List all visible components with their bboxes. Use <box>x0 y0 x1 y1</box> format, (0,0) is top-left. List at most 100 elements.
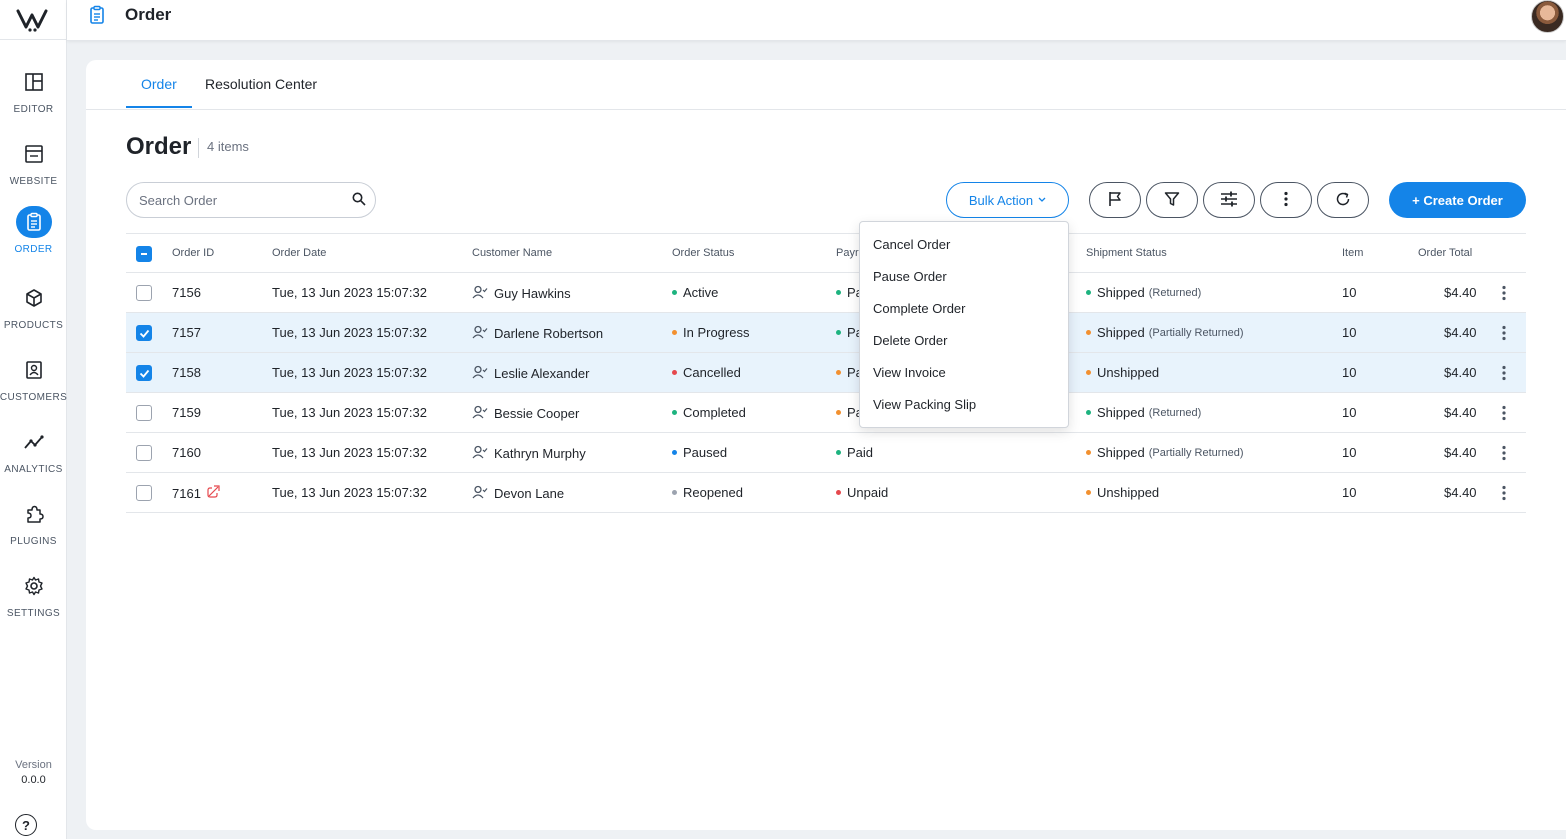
menu-item-view-invoice[interactable]: View Invoice <box>860 358 1068 390</box>
brand-logo[interactable] <box>0 0 66 40</box>
shipment-dot <box>1086 410 1091 415</box>
more-options-button[interactable] <box>1260 182 1312 218</box>
create-order-button[interactable]: + Create Order <box>1389 182 1526 218</box>
tab-order[interactable]: Order <box>126 76 192 108</box>
order-id: 7157 <box>172 325 201 340</box>
refresh-button[interactable] <box>1317 182 1369 218</box>
sidebar-item-analytics[interactable]: ANALYTICS <box>0 426 67 475</box>
column-header[interactable]: Order Status <box>672 247 734 259</box>
shipment-text: Shipped <box>1097 285 1145 300</box>
cell-order-id[interactable]: 7157 <box>172 325 201 340</box>
column-header[interactable]: Order ID <box>172 247 214 259</box>
clipboard-icon <box>15 206 52 238</box>
table-row[interactable]: 7161 Tue, 13 Jun 2023 15:07:32 Devon Lane R… <box>126 473 1526 513</box>
customer-name: Leslie Alexander <box>494 366 590 381</box>
flag-icon <box>1107 191 1123 210</box>
user-icon <box>472 405 488 422</box>
row-more-icon[interactable] <box>1502 365 1506 384</box>
table-row[interactable]: 7157 Tue, 13 Jun 2023 15:07:32 Darlene Rob… <box>126 313 1526 353</box>
shipment-dot <box>1086 370 1091 375</box>
shipment-text: Shipped <box>1097 405 1145 420</box>
top-bar: Order <box>67 0 1566 41</box>
cell-shipment: Shipped (Partially Returned) <box>1086 325 1243 340</box>
cell-total: $4.40 <box>1444 325 1477 340</box>
sidebar-item-order[interactable]: ORDER <box>0 206 67 255</box>
row-more-icon[interactable] <box>1502 325 1506 344</box>
cell-customer[interactable]: Bessie Cooper <box>472 405 579 422</box>
cell-order-id[interactable]: 7156 <box>172 285 201 300</box>
help-icon[interactable]: ? <box>15 814 37 836</box>
table-row[interactable]: 7160 Tue, 13 Jun 2023 15:07:32 Kathryn Mur… <box>126 433 1526 473</box>
cell-order-date: Tue, 13 Jun 2023 15:07:32 <box>272 325 427 340</box>
cell-order-status: Active <box>672 285 718 300</box>
cell-customer[interactable]: Leslie Alexander <box>472 365 589 382</box>
row-more-icon[interactable] <box>1502 445 1506 464</box>
divider <box>198 138 199 158</box>
cell-order-date: Tue, 13 Jun 2023 15:07:32 <box>272 485 427 500</box>
version-value: 0.0.0 <box>21 774 46 786</box>
sidebar-item-plugins[interactable]: PLUGINS <box>0 498 67 547</box>
shipment-text: Unshipped <box>1097 485 1160 500</box>
cell-shipment: Shipped (Returned) <box>1086 285 1201 300</box>
column-header[interactable]: Order Total <box>1418 247 1472 259</box>
select-all-checkbox[interactable] <box>136 246 152 262</box>
row-checkbox[interactable] <box>136 485 152 501</box>
avatar[interactable] <box>1531 0 1564 33</box>
column-header[interactable]: Shipment Status <box>1086 247 1167 259</box>
column-header[interactable]: Payr <box>836 247 859 259</box>
cell-customer[interactable]: Devon Lane <box>472 485 564 502</box>
shipment-text: Shipped <box>1097 445 1145 460</box>
cell-customer[interactable]: Darlene Robertson <box>472 325 603 342</box>
row-more-icon[interactable] <box>1502 405 1506 424</box>
row-checkbox[interactable] <box>136 405 152 421</box>
flag-button[interactable] <box>1089 182 1141 218</box>
menu-item-pause-order[interactable]: Pause Order <box>860 262 1068 294</box>
sidebar-item-products[interactable]: PRODUCTS <box>0 282 67 331</box>
user-icon <box>472 445 488 462</box>
tab-resolution-center[interactable]: Resolution Center <box>205 76 317 106</box>
row-checkbox[interactable] <box>136 325 152 341</box>
column-header[interactable]: Order Date <box>272 247 326 259</box>
contacts-icon <box>16 354 52 386</box>
cell-order-date: Tue, 13 Jun 2023 15:07:32 <box>272 445 427 460</box>
column-header[interactable]: Customer Name <box>472 247 552 259</box>
sidebar-item-customers[interactable]: CUSTOMERS <box>0 354 67 403</box>
status-dot <box>672 410 677 415</box>
cell-order-status: Reopened <box>672 485 743 500</box>
sidebar-item-settings[interactable]: SETTINGS <box>0 570 67 619</box>
bulk-action-button[interactable]: Bulk Action <box>946 182 1069 218</box>
search-input[interactable] <box>126 182 376 218</box>
menu-item-complete-order[interactable]: Complete Order <box>860 294 1068 326</box>
cell-shipment: Unshipped <box>1086 485 1163 500</box>
cell-total: $4.40 <box>1444 365 1477 380</box>
column-header[interactable]: Item <box>1342 247 1363 259</box>
cell-order-id[interactable]: 7161 <box>172 485 220 501</box>
cell-order-status: In Progress <box>672 325 749 340</box>
cell-order-id[interactable]: 7158 <box>172 365 201 380</box>
row-more-icon[interactable] <box>1502 285 1506 304</box>
row-more-icon[interactable] <box>1502 485 1506 504</box>
row-checkbox[interactable] <box>136 285 152 301</box>
menu-item-cancel-order[interactable]: Cancel Order <box>860 230 1068 262</box>
sidebar-item-website[interactable]: WEBSITE <box>0 138 67 187</box>
row-checkbox[interactable] <box>136 365 152 381</box>
menu-item-delete-order[interactable]: Delete Order <box>860 326 1068 358</box>
filter-button[interactable] <box>1146 182 1198 218</box>
table-row[interactable]: 7159 Tue, 13 Jun 2023 15:07:32 Bessie Coop… <box>126 393 1526 433</box>
adjust-button[interactable] <box>1203 182 1255 218</box>
sidebar-item-editor[interactable]: EDITOR <box>0 66 67 115</box>
cell-customer[interactable]: Guy Hawkins <box>472 285 571 302</box>
sidebar-item-label: PRODUCTS <box>3 320 64 331</box>
row-checkbox[interactable] <box>136 445 152 461</box>
table-row[interactable]: 7158 Tue, 13 Jun 2023 15:07:32 Leslie Alex… <box>126 353 1526 393</box>
shipment-text: Unshipped <box>1097 365 1160 380</box>
cell-shipment: Shipped (Partially Returned) <box>1086 445 1243 460</box>
customer-name: Bessie Cooper <box>494 406 580 421</box>
cell-order-id[interactable]: 7159 <box>172 405 201 420</box>
cell-customer[interactable]: Kathryn Murphy <box>472 445 586 462</box>
search-icon[interactable] <box>352 192 366 209</box>
unlink-icon <box>207 485 220 501</box>
cell-order-id[interactable]: 7160 <box>172 445 201 460</box>
table-row[interactable]: 7156 Tue, 13 Jun 2023 15:07:32 Guy Hawkins… <box>126 273 1526 313</box>
menu-item-view-packing-slip[interactable]: View Packing Slip <box>860 390 1068 422</box>
